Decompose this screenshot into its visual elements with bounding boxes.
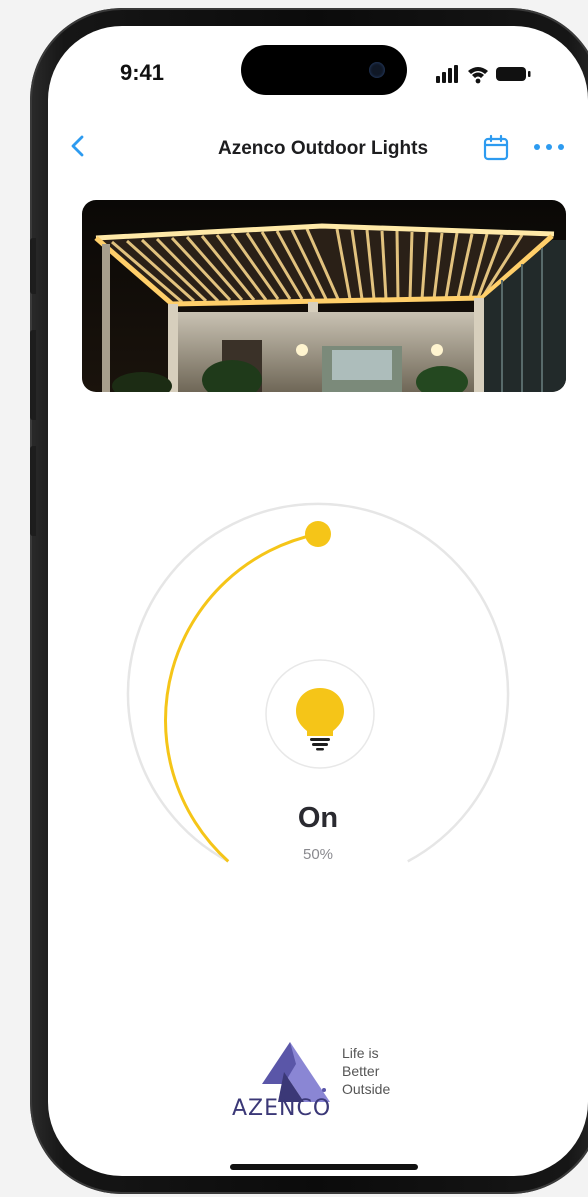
brand-tagline: Life is Better Outside	[342, 1044, 432, 1098]
pergola-with-lights-photo	[82, 200, 566, 392]
calendar-icon[interactable]	[482, 134, 510, 162]
status-bar: 9:41	[48, 26, 588, 122]
azenco-logo-mark	[262, 1042, 330, 1102]
page-title: Azenco Outdoor Lights	[217, 138, 429, 159]
app-screen: 9:41 Azenco Outdoor Lights On 50% AZENCO…	[48, 26, 588, 1176]
dynamic-island	[241, 45, 407, 95]
navigation-bar: Azenco Outdoor Lights	[48, 126, 588, 170]
dial-handle[interactable]	[305, 521, 331, 547]
volume-up-button	[30, 330, 36, 420]
logo-wordmark: AZENCO	[232, 1096, 332, 1121]
chevron-left-icon[interactable]	[66, 134, 90, 158]
light-state-label: On	[297, 802, 339, 834]
mute-switch	[30, 238, 36, 294]
brightness-label: 50%	[302, 846, 334, 863]
status-icons	[436, 65, 531, 84]
tagline-line: Life is	[342, 1045, 379, 1061]
wifi-icon	[468, 67, 488, 84]
tagline-line: Better	[342, 1063, 380, 1079]
tagline-line: Outside	[342, 1081, 391, 1097]
ellipsis-icon[interactable]	[532, 134, 566, 160]
battery-icon	[496, 67, 531, 81]
volume-down-button	[30, 446, 36, 536]
front-camera	[369, 62, 385, 78]
brand-footer: AZENCO Life is Better Outside	[232, 1040, 432, 1121]
status-time: 9:41	[120, 60, 165, 85]
cellular-signal-icon	[436, 65, 458, 83]
home-indicator[interactable]	[230, 1164, 418, 1170]
